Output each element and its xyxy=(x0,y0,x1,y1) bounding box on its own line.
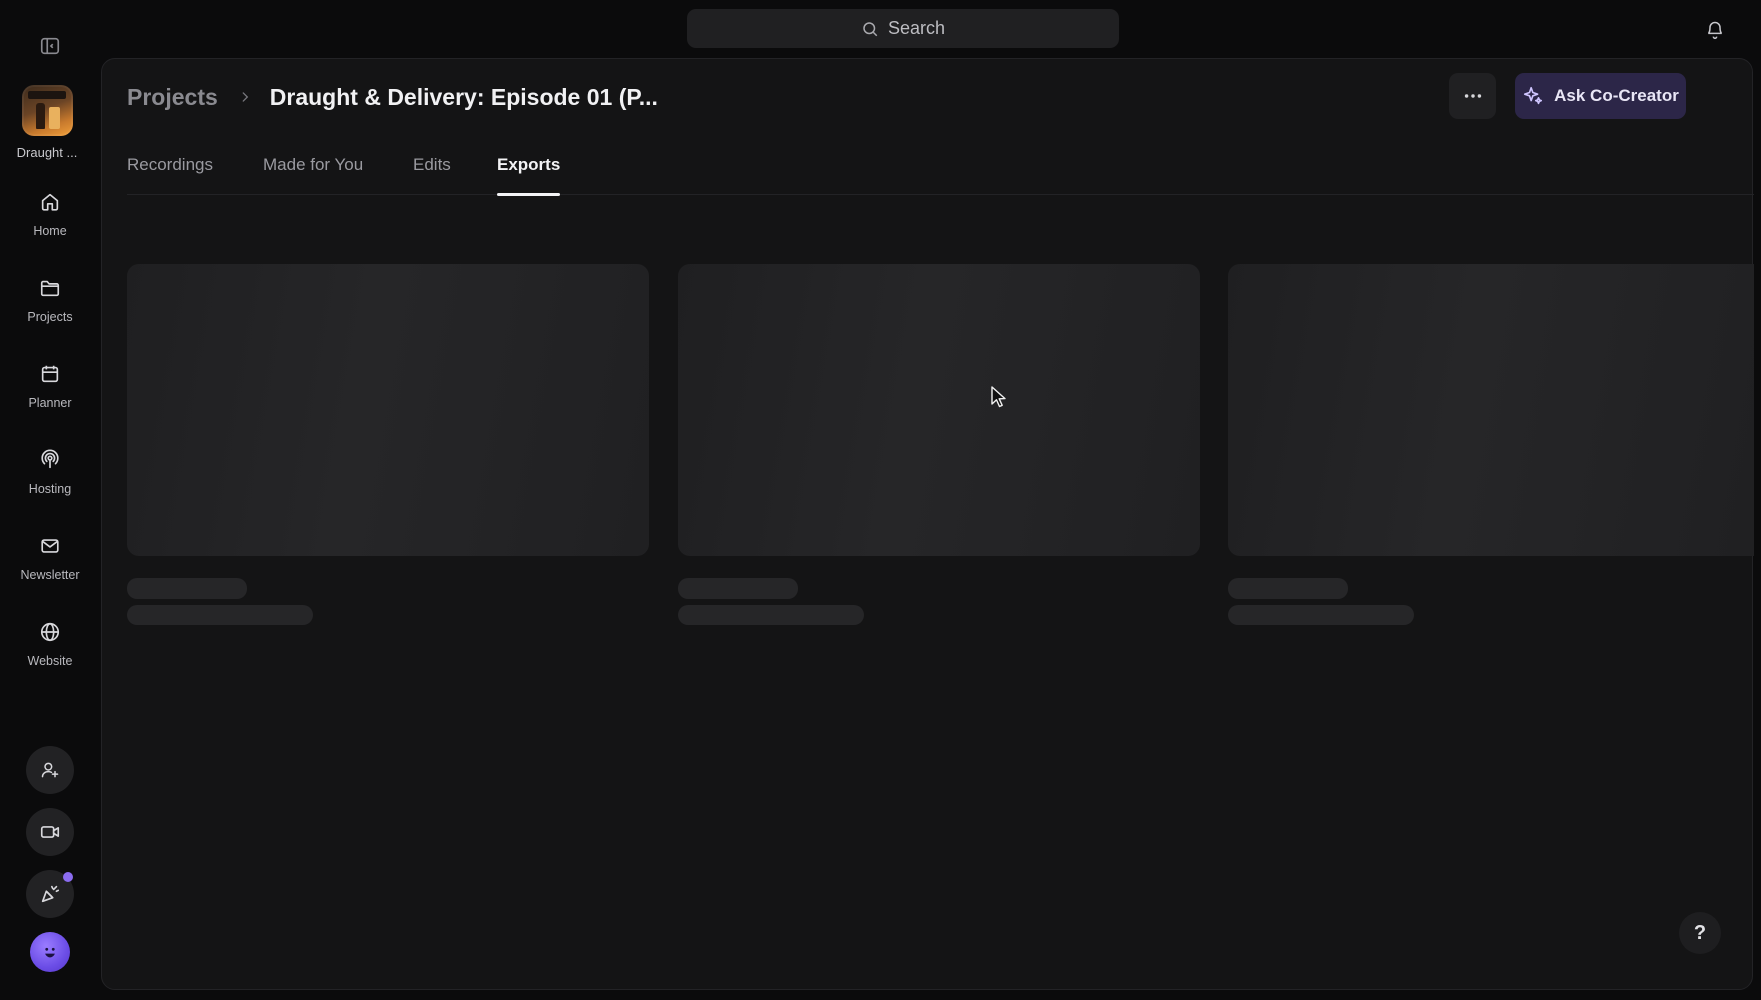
skeleton-title-line xyxy=(678,578,798,599)
sidebar-item-label: Newsletter xyxy=(20,568,80,582)
skeleton-title-line xyxy=(127,578,247,599)
sidebar-item-hosting[interactable]: Hosting xyxy=(0,446,100,516)
ask-co-creator-label: Ask Co-Creator xyxy=(1554,86,1679,105)
tab-exports[interactable]: Exports xyxy=(497,153,561,196)
search-icon xyxy=(863,21,878,36)
skeleton-card-thumbnail xyxy=(1228,264,1754,556)
project-thumbnail[interactable] xyxy=(22,85,73,136)
sidebar-item-projects[interactable]: Projects xyxy=(0,274,100,344)
tab-recordings[interactable]: Recordings xyxy=(127,153,213,195)
left-rail: Draught ... Home Projects Planner Hostin… xyxy=(0,58,100,1000)
top-bar: Search xyxy=(0,0,1761,58)
notification-dot xyxy=(63,872,73,882)
podcast-icon xyxy=(36,446,64,474)
avatar[interactable] xyxy=(30,932,70,972)
sidebar-item-website[interactable]: Website xyxy=(0,618,100,688)
skeleton-meta-line xyxy=(127,605,313,625)
search-input[interactable]: Search xyxy=(687,9,1119,48)
mouse-pointer-icon xyxy=(991,386,1006,408)
folder-icon xyxy=(36,274,64,302)
main-panel: Projects Draught & Delivery: Episode 01 … xyxy=(101,58,1754,990)
search-placeholder: Search xyxy=(887,18,946,38)
more-options-button[interactable] xyxy=(1449,73,1496,119)
skeleton-card-thumbnail xyxy=(678,264,1200,556)
sidebar-item-planner[interactable]: Planner xyxy=(0,360,100,430)
help-button[interactable]: ? xyxy=(1679,912,1721,954)
sidebar-item-label: Hosting xyxy=(28,482,72,496)
globe-icon xyxy=(36,618,64,646)
tab-edits[interactable]: Edits xyxy=(413,153,451,195)
home-icon xyxy=(36,188,64,216)
sidebar-item-label: Planner xyxy=(28,396,72,410)
sparkles-icon xyxy=(1524,86,1543,105)
skeleton-card-thumbnail xyxy=(127,264,649,556)
add-user-icon xyxy=(41,762,59,778)
tab-bar: Recordings Made for You Edits Exports xyxy=(127,153,1754,196)
sidebar-item-label: Website xyxy=(27,654,73,668)
party-popper-icon xyxy=(41,885,60,903)
record-video-button[interactable] xyxy=(26,808,74,856)
invite-user-button[interactable] xyxy=(26,746,74,794)
tab-made-for-you[interactable]: Made for You xyxy=(263,153,363,195)
whats-new-button[interactable] xyxy=(26,870,74,918)
chevron-right-icon xyxy=(238,90,252,104)
more-horizontal-icon xyxy=(1464,94,1481,98)
sidebar-item-newsletter[interactable]: Newsletter xyxy=(0,532,100,602)
bell-icon[interactable] xyxy=(1700,15,1730,45)
sidebar-item-label: Home xyxy=(33,224,67,238)
ask-co-creator-button[interactable]: Ask Co-Creator xyxy=(1515,73,1686,119)
page-title: Draught & Delivery: Episode 01 (P... xyxy=(269,83,658,110)
skeleton-meta-line xyxy=(678,605,864,625)
skeleton-title-line xyxy=(1228,578,1348,599)
calendar-icon xyxy=(36,360,64,388)
breadcrumb: Projects Draught & Delivery: Episode 01 … xyxy=(127,81,658,113)
project-label: Draught ... xyxy=(16,145,78,160)
breadcrumb-projects-link[interactable]: Projects xyxy=(127,84,218,111)
video-camera-icon xyxy=(40,826,60,838)
sidebar-item-label: Projects xyxy=(27,310,73,324)
sidebar-toggle-icon[interactable] xyxy=(36,32,64,60)
skeleton-meta-line xyxy=(1228,605,1414,625)
mail-icon xyxy=(36,532,64,560)
app-window: Search Draught ... Home Projects Planner… xyxy=(0,0,1761,1000)
sidebar-item-home[interactable]: Home xyxy=(0,188,100,258)
